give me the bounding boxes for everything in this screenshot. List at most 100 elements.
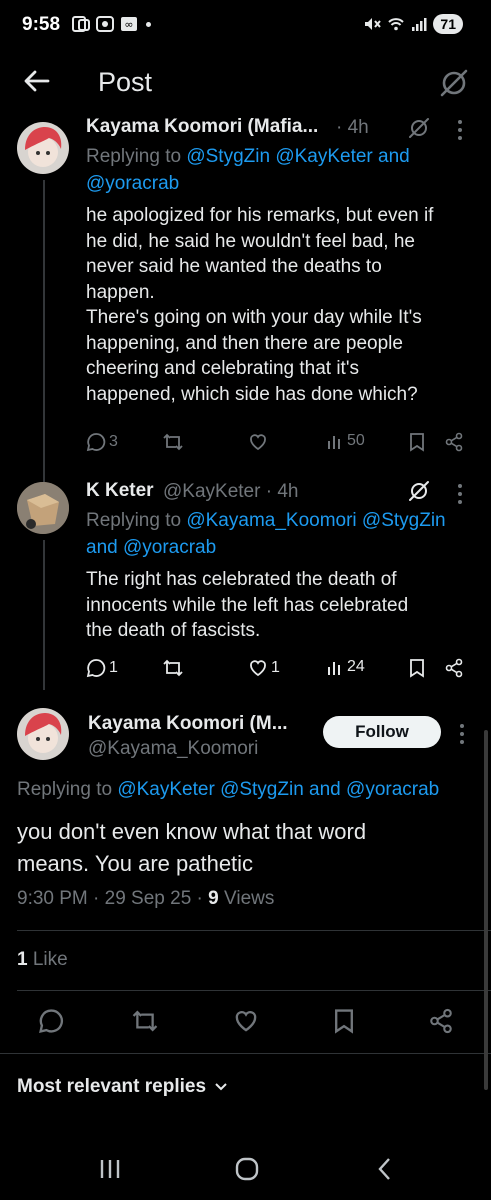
- mention-link[interactable]: @Kayama_Koomori @StygZin: [186, 510, 445, 531]
- views-count: 50: [347, 432, 365, 449]
- back-arrow-icon: [24, 70, 50, 92]
- reply-1[interactable]: Kayama Koomori (Mafia... · 4h Replying t…: [0, 112, 491, 482]
- views-icon: [328, 436, 340, 449]
- status-icons: ∞: [72, 16, 151, 32]
- repost-button[interactable]: [131, 1008, 159, 1034]
- author-name[interactable]: Kayama Koomori (M...: [88, 713, 288, 735]
- text-line: he did, he said he wouldn't feel bad, he: [86, 230, 415, 252]
- more-options-icon[interactable]: [458, 484, 462, 504]
- grok-icon: [440, 69, 468, 97]
- grok-button[interactable]: [439, 68, 469, 98]
- post-timestamp[interactable]: 9:30 PM · 29 Sep 25 ·: [17, 888, 203, 909]
- text-line: happened, which side has done which?: [86, 383, 418, 405]
- views-icon: [328, 662, 340, 675]
- home-button[interactable]: [235, 1157, 259, 1181]
- share-icon: [445, 432, 463, 452]
- heart-icon: [235, 1011, 257, 1032]
- avatar[interactable]: [17, 122, 69, 174]
- bookmark-button[interactable]: [332, 1008, 356, 1034]
- status-time: 9:58: [22, 14, 61, 35]
- reply-button[interactable]: [38, 1008, 64, 1034]
- thread-line: [43, 540, 45, 690]
- chevron-down-icon: [215, 1083, 227, 1091]
- share-icon: [445, 658, 463, 678]
- action-bar: 3 50: [86, 432, 466, 456]
- thread-line: [43, 180, 45, 482]
- views-button[interactable]: 50: [326, 432, 365, 450]
- reply-count: 3: [109, 433, 118, 450]
- author-name[interactable]: K Keter: [86, 480, 154, 502]
- avatar[interactable]: [17, 482, 69, 534]
- views-button[interactable]: 24: [326, 658, 365, 676]
- share-icon: [430, 1008, 452, 1034]
- battery-indicator: 71: [433, 14, 463, 34]
- mention-link[interactable]: @yoracrab: [346, 779, 439, 800]
- scrollbar[interactable]: [484, 730, 488, 1090]
- likes-summary[interactable]: 1 Like: [17, 949, 68, 971]
- replying-prefix: Replying to: [86, 510, 182, 531]
- reply-2[interactable]: K Keter @KayKeter · 4h Replying to @Kaya…: [0, 472, 491, 702]
- infinity-icon: ∞: [121, 17, 137, 31]
- bookmark-button[interactable]: [408, 432, 426, 452]
- bookmark-button[interactable]: [408, 658, 426, 678]
- replying-to: Replying to @KayKeter @StygZin and @yora…: [17, 776, 439, 803]
- signal-icon: [412, 18, 427, 31]
- follow-button[interactable]: Follow: [323, 716, 441, 748]
- reply-icon: [86, 659, 106, 678]
- dot-icon: [146, 21, 151, 27]
- likes-count: 1: [17, 949, 28, 970]
- views-label: Views: [224, 888, 275, 909]
- text-line: the death of fascists.: [86, 620, 261, 641]
- more-options-icon[interactable]: [458, 120, 462, 140]
- mention-link[interactable]: @yoracrab: [123, 537, 216, 558]
- grok-icon[interactable]: [408, 117, 430, 139]
- author-name[interactable]: Kayama Koomori (Mafia...: [86, 116, 318, 138]
- text-line: innocents while the left has celebrated: [86, 594, 409, 616]
- system-nav-bar: [0, 1150, 491, 1190]
- reply-button[interactable]: 1: [86, 658, 118, 678]
- post-text: he apologized for his remarks, but even …: [86, 203, 486, 407]
- views-count: 24: [347, 658, 365, 675]
- share-button[interactable]: [444, 658, 464, 678]
- more-options-icon[interactable]: [460, 724, 464, 744]
- reply-button[interactable]: 3: [86, 432, 118, 452]
- back-button[interactable]: [22, 66, 52, 96]
- mention-link[interactable]: @StygZin @KayKeter and: [186, 146, 409, 167]
- replying-to: Replying to @Kayama_Koomori @StygZin and…: [86, 507, 481, 561]
- avatar[interactable]: [17, 708, 69, 760]
- repost-icon: [163, 659, 183, 677]
- text-line: you don't even know what that word: [17, 819, 367, 844]
- repost-button[interactable]: [162, 658, 184, 678]
- like-button[interactable]: 1: [248, 658, 280, 678]
- like-count: 1: [271, 659, 280, 676]
- text-line: The right has celebrated the death of: [86, 569, 397, 590]
- bookmark-icon: [410, 433, 424, 452]
- post-text: The right has celebrated the death of in…: [86, 567, 486, 644]
- like-button[interactable]: [248, 432, 268, 452]
- share-button[interactable]: [428, 1008, 454, 1034]
- svg-text:∞: ∞: [124, 18, 133, 31]
- system-back-button[interactable]: [375, 1157, 395, 1181]
- mention-link[interactable]: @yoracrab: [86, 173, 179, 194]
- author-handle[interactable]: @Kayama_Koomori: [88, 738, 258, 760]
- like-button[interactable]: [233, 1008, 259, 1034]
- status-right: 71: [363, 14, 463, 34]
- replying-and: and: [86, 537, 118, 558]
- grok-icon[interactable]: [408, 480, 430, 502]
- share-button[interactable]: [444, 432, 464, 452]
- replying-and: and: [309, 779, 341, 800]
- text-line: means. You are pathetic: [17, 851, 254, 876]
- text-line: he apologized for his remarks, but even …: [86, 205, 434, 226]
- text-line: never said he wanted the deaths to: [86, 256, 382, 277]
- screenshot-icon: [96, 16, 114, 32]
- text-line: happening, and then there are people: [86, 332, 403, 354]
- recent-apps-button[interactable]: [98, 1158, 122, 1180]
- avatar-image: [25, 713, 62, 753]
- mention-link[interactable]: @KayKeter @StygZin: [117, 779, 303, 800]
- sort-dropdown[interactable]: Most relevant replies: [17, 1076, 228, 1098]
- repost-button[interactable]: [162, 432, 184, 452]
- heart-icon: [250, 434, 266, 451]
- action-bar: 1 1 24: [86, 658, 466, 682]
- divider: [17, 990, 491, 991]
- text-line: happen.: [86, 281, 155, 303]
